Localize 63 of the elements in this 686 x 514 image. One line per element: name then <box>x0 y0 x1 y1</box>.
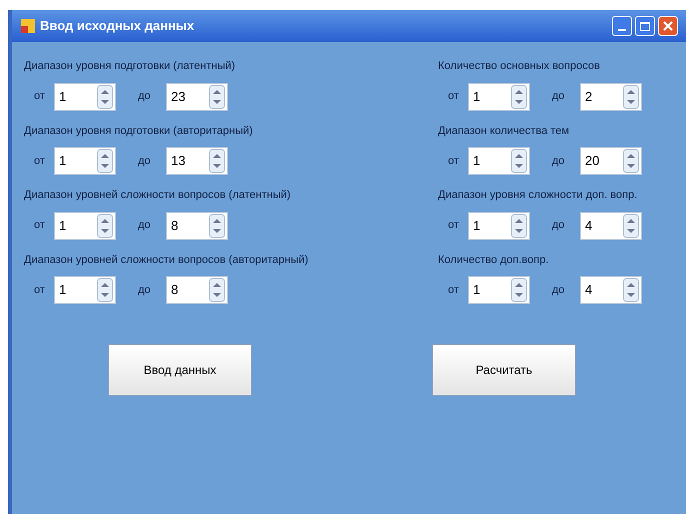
number-spinner[interactable]: 20 <box>580 147 642 175</box>
group-label: Диапазон уровня подготовки (латентный) <box>24 59 236 74</box>
number-spinner[interactable]: 4 <box>580 276 642 304</box>
window-title: Ввод исходных данных <box>40 17 196 36</box>
number-spinner[interactable]: 2 <box>580 82 642 110</box>
spin-arrows-icon[interactable] <box>97 214 113 238</box>
group-label: Количество основных вопросов <box>438 59 601 74</box>
spin-arrows-icon[interactable] <box>511 149 527 173</box>
to-label: до <box>137 89 152 104</box>
number-spinner[interactable]: 4 <box>580 212 642 240</box>
from-label: от <box>33 154 46 169</box>
maximize-button[interactable] <box>635 16 655 36</box>
spin-arrows-icon[interactable] <box>623 278 639 302</box>
spin-arrows-icon[interactable] <box>209 214 225 238</box>
close-icon[interactable] <box>658 16 678 36</box>
action-button[interactable]: Расчитать <box>432 344 576 396</box>
number-spinner[interactable]: 13 <box>166 147 228 175</box>
spin-arrows-icon[interactable] <box>97 149 113 173</box>
spin-arrows-icon[interactable] <box>623 214 639 238</box>
spin-arrows-icon[interactable] <box>511 214 527 238</box>
group-label: Диапазон уровня сложности доп. вопр. <box>438 188 638 203</box>
number-spinner[interactable]: 23 <box>166 82 228 110</box>
spin-arrows-icon[interactable] <box>623 149 639 173</box>
to-label: до <box>551 89 566 104</box>
number-spinner[interactable]: 1 <box>54 82 116 110</box>
to-label: до <box>551 154 566 169</box>
number-spinner[interactable]: 1 <box>54 276 116 304</box>
from-label: от <box>447 218 460 234</box>
number-spinner[interactable]: 8 <box>166 276 228 304</box>
action-button[interactable]: Ввод данных <box>108 344 252 396</box>
spin-arrows-icon[interactable] <box>209 278 225 302</box>
spin-arrows-icon[interactable] <box>97 84 113 108</box>
group-label: Диапазон количества тем <box>438 124 570 138</box>
from-label: от <box>33 218 46 234</box>
spin-arrows-icon[interactable] <box>209 149 225 173</box>
number-spinner[interactable]: 1 <box>54 212 116 240</box>
spin-arrows-icon[interactable] <box>511 84 527 108</box>
spin-arrows-icon[interactable] <box>623 84 639 108</box>
number-spinner[interactable]: 8 <box>166 212 228 240</box>
group-label: Диапазон уровня подготовки (авторитарный) <box>24 124 254 138</box>
app-icon <box>20 18 36 34</box>
minimize-button[interactable] <box>612 16 632 36</box>
group-label: Диапазон уровней сложности вопросов (латентный) <box>24 188 292 203</box>
spin-arrows-icon[interactable] <box>97 278 113 302</box>
to-label: до <box>137 154 152 169</box>
to-label: до <box>137 218 152 234</box>
from-label: от <box>447 89 460 104</box>
spin-arrows-icon[interactable] <box>209 84 225 108</box>
group-label: Количество доп.вопр. <box>438 252 550 268</box>
number-spinner[interactable]: 1 <box>468 82 530 110</box>
group-label: Диапазон уровней сложности вопросов (авторитарный) <box>24 252 310 268</box>
number-spinner[interactable]: 1 <box>468 147 530 175</box>
to-label: до <box>137 282 152 298</box>
from-label: от <box>33 282 46 298</box>
from-label: от <box>447 282 460 298</box>
from-label: от <box>447 154 460 169</box>
number-spinner[interactable]: 1 <box>468 276 530 304</box>
number-spinner[interactable]: 1 <box>54 147 116 175</box>
spin-arrows-icon[interactable] <box>511 278 527 302</box>
number-spinner[interactable]: 1 <box>468 212 530 240</box>
to-label: до <box>551 218 566 234</box>
to-label: до <box>551 282 566 298</box>
from-label: от <box>33 89 46 104</box>
